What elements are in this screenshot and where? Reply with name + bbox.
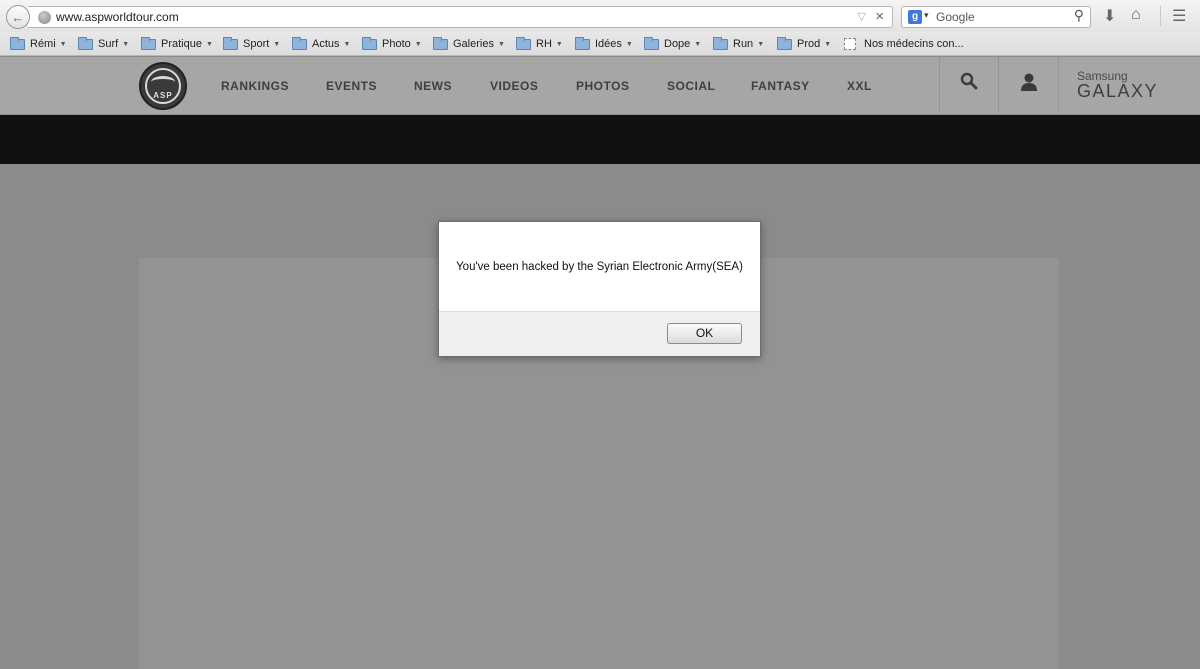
folder-icon [141,36,156,50]
alert-footer: OK [439,311,760,356]
bookmark-folder[interactable]: Rémi ▼ [10,36,67,52]
chevron-down-icon: ▼ [694,40,702,48]
wave-icon [151,76,175,88]
chevron-down-icon: ▼ [757,40,765,48]
bookmark-folder[interactable]: Run ▼ [713,36,764,52]
sponsor-product[interactable]: GALAXY [1077,81,1158,102]
nav-rankings[interactable]: RANKINGS [221,79,289,93]
search-icon[interactable]: ⚲ [1074,7,1084,24]
bookmark-label: Dope [664,38,691,50]
bookmark-label: Galeries [453,38,494,50]
chevron-down-icon: ▼ [414,40,422,48]
browser-toolbar: www.aspworldtour.com ▽ × ← g ▾ Google ⚲ … [0,0,1200,32]
asp-logo[interactable]: ASP [139,62,187,110]
menu-icon[interactable]: ☰ [1172,6,1186,26]
folder-icon [516,36,531,50]
folder-icon [292,36,307,50]
alert-dialog: You've been hacked by the Syrian Electro… [438,221,761,357]
alert-message: You've been hacked by the Syrian Electro… [456,261,743,273]
bookmark-page[interactable]: Nos médecins con... [844,36,964,52]
chevron-down-icon: ▼ [273,40,281,48]
user-icon[interactable] [1019,72,1039,98]
nav-xxl[interactable]: XXL [847,79,872,93]
nav-videos[interactable]: VIDEOS [490,79,538,93]
black-banner [0,115,1200,164]
chevron-down-icon: ▼ [555,40,563,48]
bookmark-label: Idées [595,38,622,50]
bookmark-label: Photo [382,38,411,50]
folder-icon [777,36,792,50]
folder-icon [78,36,93,50]
chevron-down-icon: ▼ [497,40,505,48]
bookmark-label: Rémi [30,38,56,50]
bookmark-folder[interactable]: RH ▼ [516,36,563,52]
bookmark-label: Run [733,38,754,50]
url-text[interactable]: www.aspworldtour.com [56,10,179,24]
folder-icon [713,36,728,50]
chevron-down-icon: ▼ [122,40,130,48]
bookmark-folder[interactable]: Idées ▼ [575,36,633,52]
search-icon[interactable] [960,72,978,96]
nav-news[interactable]: NEWS [414,79,452,93]
nav-divider [998,57,999,115]
chevron-down-icon: ▼ [824,40,832,48]
bookmark-label: Surf [98,38,119,50]
folder-icon [362,36,377,50]
bookmark-folder[interactable]: Surf ▼ [78,36,129,52]
back-button[interactable]: ← [6,5,30,29]
nav-fantasy[interactable]: FANTASY [751,79,810,93]
folder-icon [575,36,590,50]
globe-icon [38,11,51,24]
chevron-down-icon: ▼ [205,40,213,48]
download-icon[interactable]: ⬇ [1103,6,1116,26]
bookmark-label: Sport [243,38,270,50]
nav-social[interactable]: SOCIAL [667,79,715,93]
logo-text: ASP [153,91,173,100]
bookmark-folder[interactable]: Pratique ▼ [141,36,213,52]
bookmarks-bar: Rémi ▼ Surf ▼ Pratique ▼ Sport ▼ Actus ▼ Phot… [0,32,1200,56]
nav-events[interactable]: EVENTS [326,79,377,93]
nav-divider [939,57,940,115]
bookmark-label: Actus [312,38,340,50]
chevron-down-icon: ▼ [59,40,67,48]
bookmark-folder[interactable]: Galeries ▼ [433,36,505,52]
toolbar-divider [1160,6,1161,26]
ok-button[interactable]: OK [667,323,742,344]
folder-icon [644,36,659,50]
search-engine-icon[interactable]: g [908,10,922,24]
bookmark-folder[interactable]: Sport ▼ [223,36,280,52]
bookmark-folder[interactable]: Dope ▼ [644,36,701,52]
bookmark-folder[interactable]: Photo ▼ [362,36,422,52]
home-icon[interactable]: ⌂ [1131,6,1141,24]
folder-icon [10,36,25,50]
engine-dropdown-icon[interactable]: ▾ [924,10,929,21]
chevron-down-icon: ▼ [343,40,351,48]
bookmark-label: RH [536,38,552,50]
nav-photos[interactable]: PHOTOS [576,79,629,93]
search-bar[interactable]: g ▾ Google ⚲ [901,6,1091,28]
nav-divider [1058,57,1059,115]
history-dropdown-icon[interactable]: ▽ [858,10,866,23]
page-icon [844,38,856,50]
back-arrow-icon: ← [11,9,25,25]
site-nav: ASP RANKINGS EVENTS NEWS VIDEOS PHOTOS S… [0,57,1200,115]
folder-icon [433,36,448,50]
address-bar[interactable]: www.aspworldtour.com ▽ × [28,6,893,28]
bookmark-label: Nos médecins con... [864,38,964,50]
folder-icon [223,36,238,50]
bookmark-folder[interactable]: Prod ▼ [777,36,831,52]
bookmark-label: Pratique [161,38,202,50]
stop-icon[interactable]: × [875,8,884,25]
chevron-down-icon: ▼ [625,40,633,48]
bookmark-folder[interactable]: Actus ▼ [292,36,350,52]
search-input[interactable]: Google [936,10,975,24]
bookmark-label: Prod [797,38,821,50]
